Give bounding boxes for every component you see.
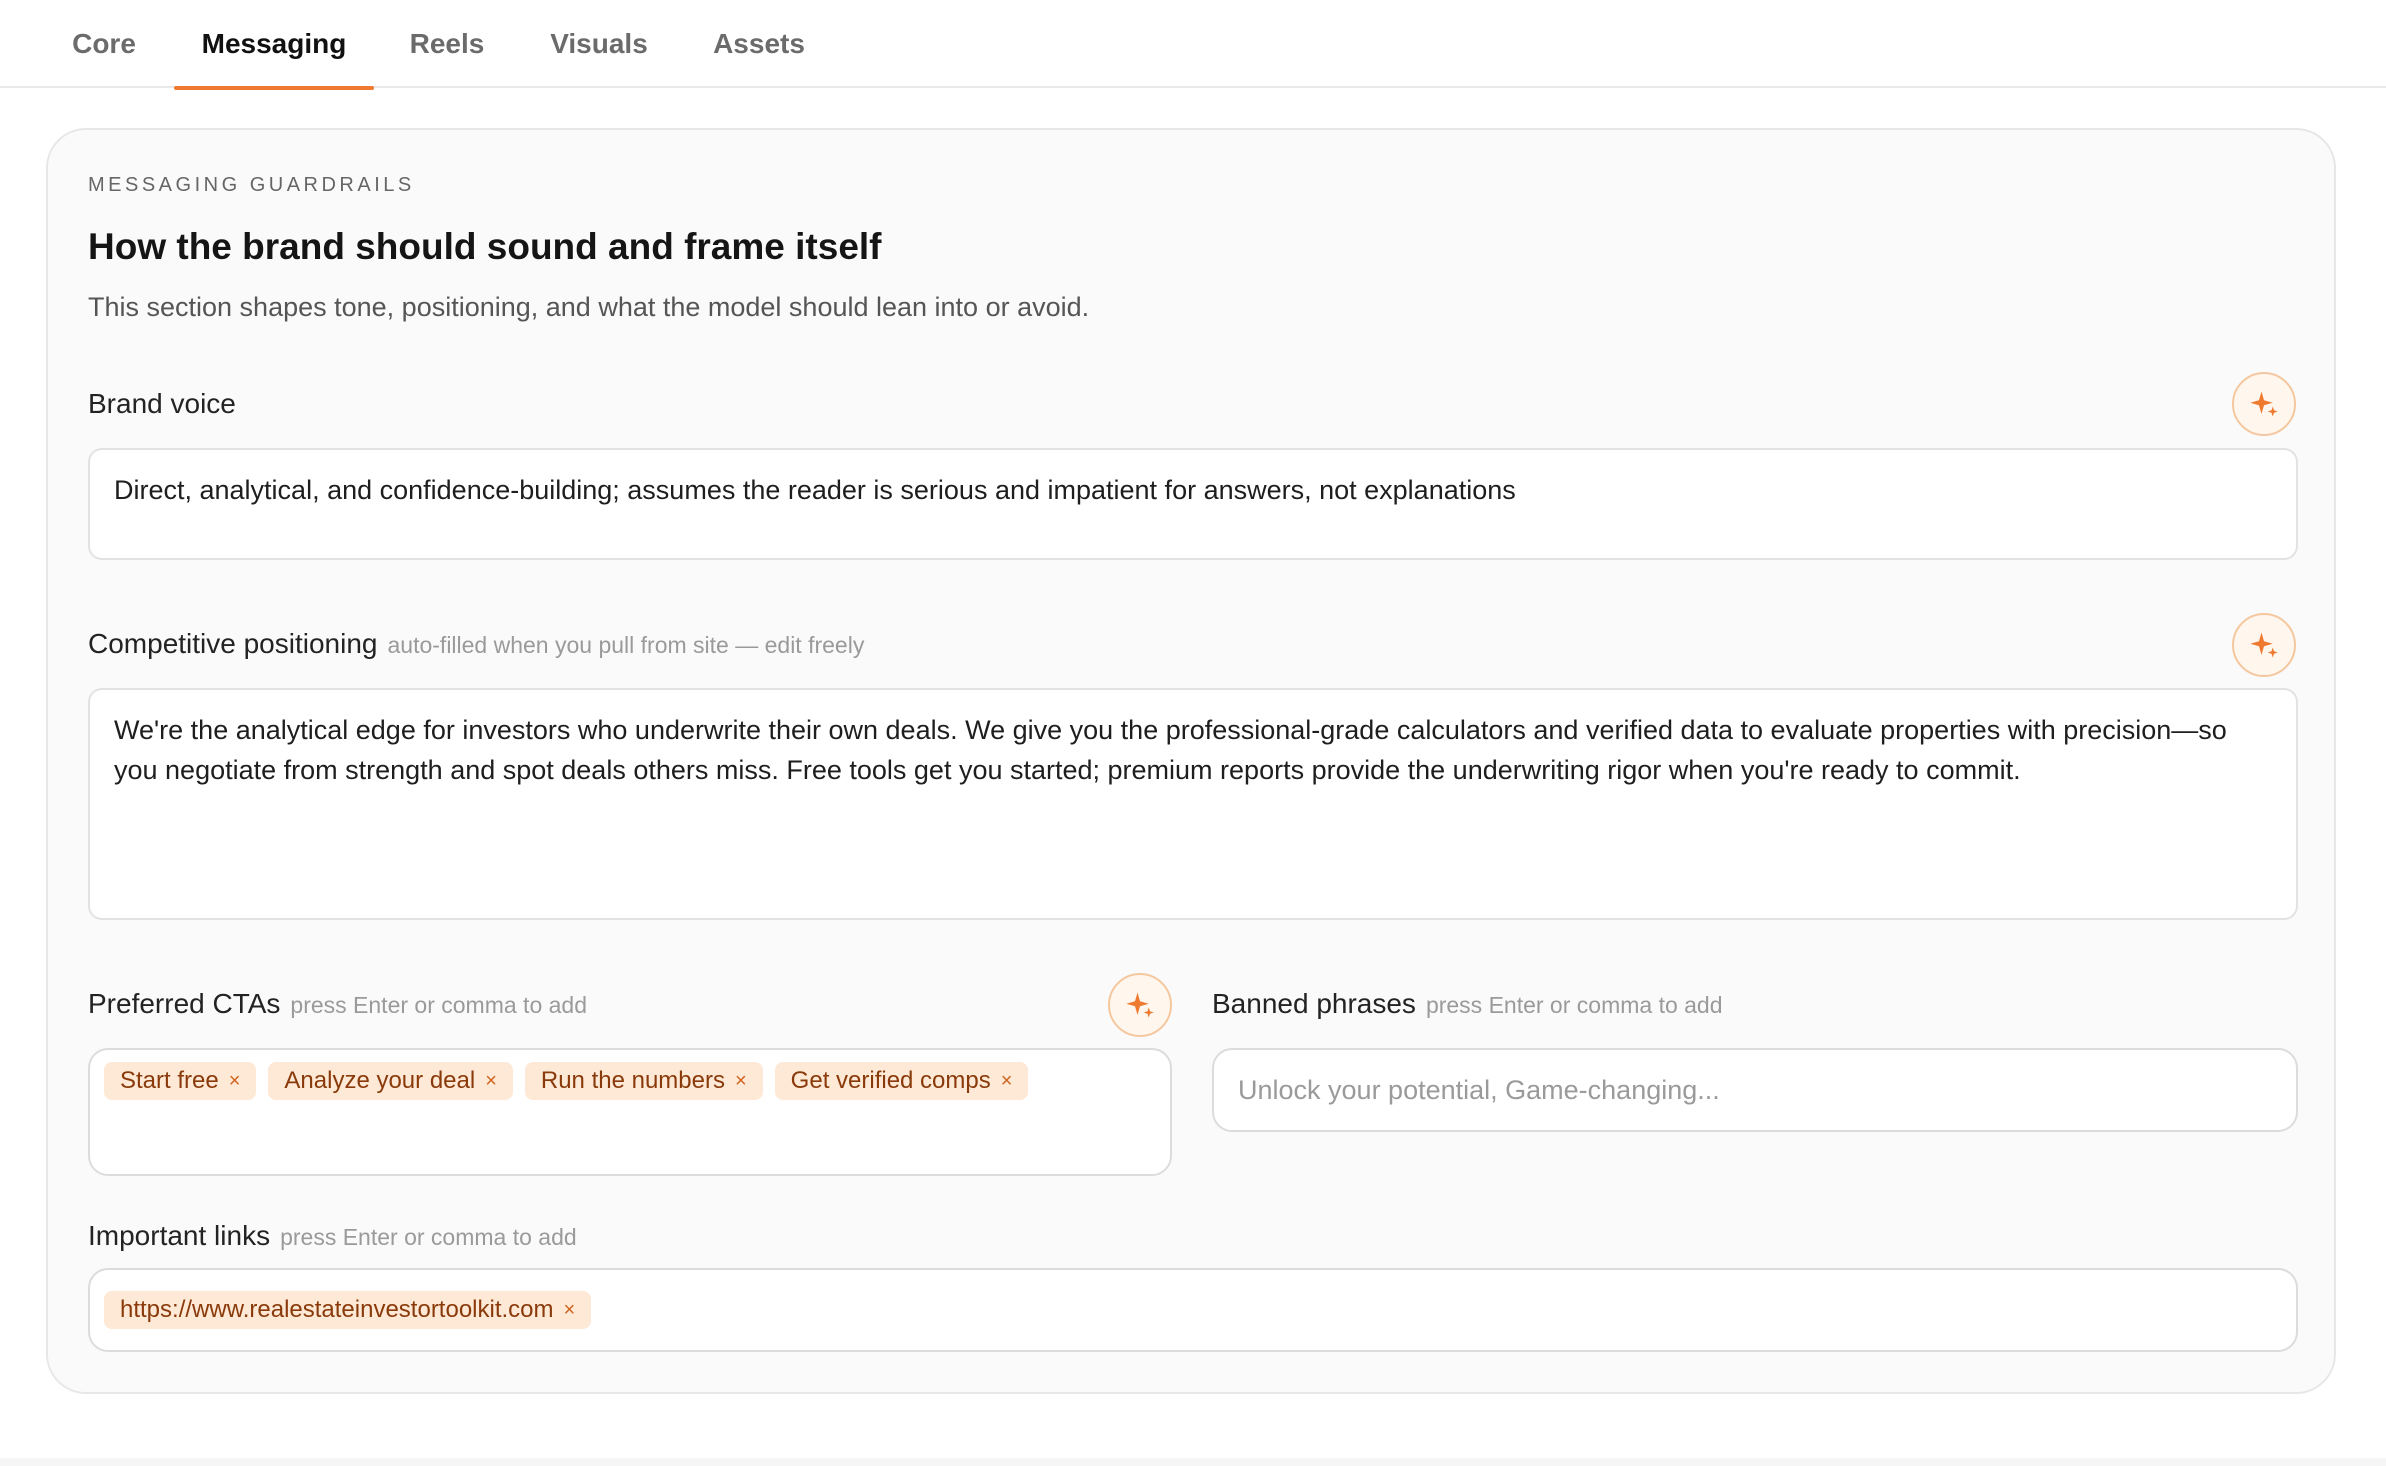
brand-voice-ai-button[interactable] <box>2232 372 2296 436</box>
close-icon[interactable]: × <box>564 1299 576 1322</box>
sparkle-icon <box>2250 391 2278 417</box>
tab-core[interactable]: Core <box>56 0 152 88</box>
cta-chip: Analyze your deal × <box>268 1062 513 1100</box>
tab-messaging[interactable]: Messaging <box>174 0 374 90</box>
section-description: This section shapes tone, positioning, a… <box>88 292 1090 322</box>
competitive-positioning-ai-button[interactable] <box>2232 613 2296 677</box>
competitive-positioning-label: Competitive positioning auto-filled when … <box>88 628 864 660</box>
brand-voice-label: Brand voice <box>88 388 236 420</box>
cta-chip: Run the numbers × <box>524 1062 763 1100</box>
cta-chip-label: Analyze your deal <box>284 1067 476 1094</box>
competitive-positioning-textarea[interactable]: We're the analytical edge for investors … <box>88 688 2298 920</box>
cta-chip-label: Run the numbers <box>540 1067 725 1094</box>
sparkle-icon <box>1126 992 1154 1018</box>
important-links-label: Important links press Enter or comma to a… <box>88 1220 577 1252</box>
close-icon[interactable]: × <box>485 1070 497 1093</box>
section-title: How the brand should sound and frame its… <box>88 226 882 267</box>
tab-bar: Core Messaging Reels Visuals Assets <box>0 0 2386 90</box>
important-links-input[interactable]: https://www.realestateinvestortoolkit.co… <box>88 1268 2298 1352</box>
cta-chip-label: Get verified comps <box>790 1067 991 1094</box>
page-bottom-strip <box>0 1458 2386 1466</box>
banned-phrases-input[interactable] <box>1212 1048 2298 1132</box>
banned-phrases-hint: press Enter or comma to add <box>1425 992 1723 1018</box>
brand-voice-textarea[interactable]: Direct, analytical, and confidence-build… <box>88 448 2298 560</box>
sparkle-icon <box>2250 632 2278 658</box>
tab-reels[interactable]: Reels <box>396 0 498 88</box>
close-icon[interactable]: × <box>229 1070 241 1093</box>
close-icon[interactable]: × <box>1001 1070 1013 1093</box>
preferred-ctas-hint: press Enter or comma to add <box>290 992 587 1018</box>
tab-visuals[interactable]: Visuals <box>538 0 660 88</box>
cta-chip: Start free × <box>104 1062 257 1100</box>
messaging-guardrails-card: MESSAGING GUARDRAILS How the brand shoul… <box>46 128 2336 1394</box>
cta-chip-label: Start free <box>120 1067 219 1094</box>
competitive-positioning-label-text: Competitive positioning <box>88 628 378 659</box>
banned-phrases-label: Banned phrases press Enter or comma to ad… <box>1212 988 1723 1020</box>
banned-phrases-label-text: Banned phrases <box>1212 988 1416 1019</box>
close-icon[interactable]: × <box>735 1070 747 1093</box>
section-eyebrow: MESSAGING GUARDRAILS <box>88 174 415 196</box>
preferred-ctas-label: Preferred CTAs press Enter or comma to ad… <box>88 988 587 1020</box>
preferred-ctas-ai-button[interactable] <box>1108 973 1172 1037</box>
cta-chip: Get verified comps × <box>774 1062 1029 1100</box>
competitive-positioning-hint: auto-filled when you pull from site — ed… <box>387 632 865 658</box>
preferred-ctas-label-text: Preferred CTAs <box>88 988 281 1019</box>
tab-assets[interactable]: Assets <box>700 0 818 88</box>
important-links-label-text: Important links <box>88 1220 271 1251</box>
important-links-hint: press Enter or comma to add <box>280 1224 577 1250</box>
link-chip-label: https://www.realestateinvestortoolkit.co… <box>120 1296 554 1323</box>
brand-voice-label-text: Brand voice <box>88 388 236 419</box>
preferred-ctas-input[interactable]: Start free × Analyze your deal × Run the n… <box>88 1048 1172 1176</box>
link-chip: https://www.realestateinvestortoolkit.co… <box>104 1291 592 1329</box>
